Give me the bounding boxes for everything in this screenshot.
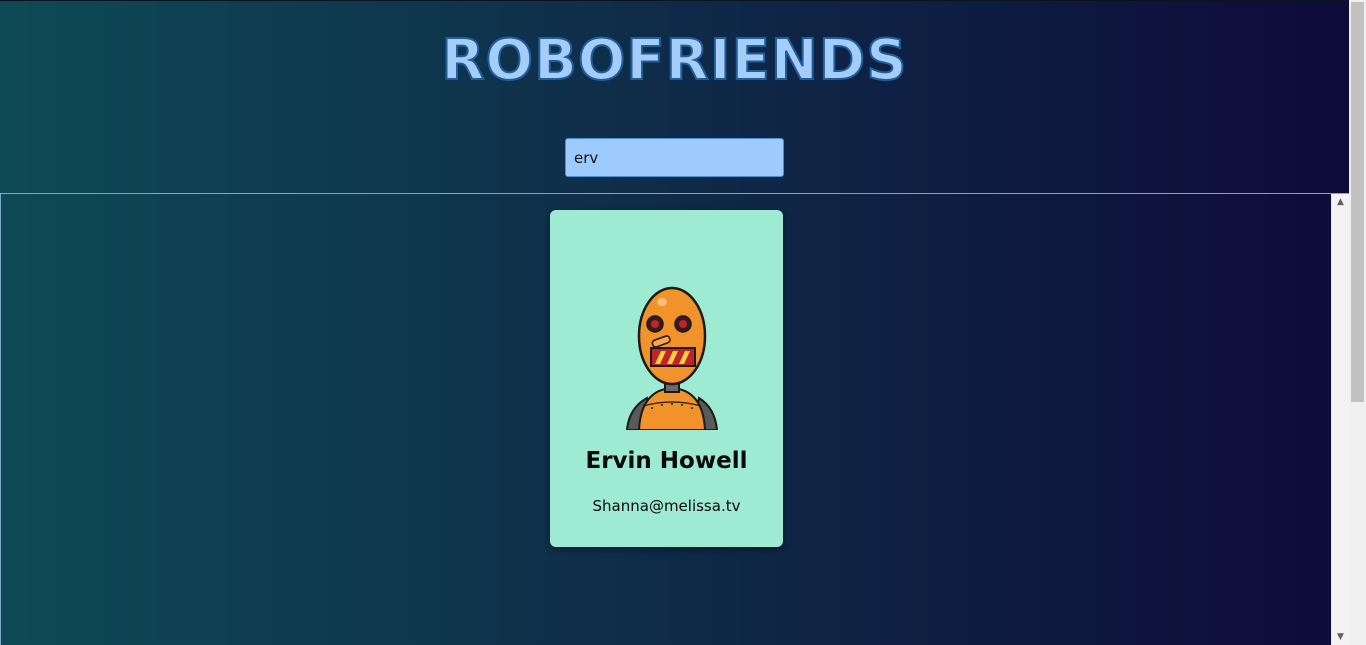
card-list-scroll-region[interactable]: Ervin Howell Shanna@melissa.tv ▲ ▼	[0, 193, 1349, 645]
robot-card[interactable]: Ervin Howell Shanna@melissa.tv	[550, 210, 783, 547]
page-scrollbar[interactable]	[1349, 0, 1366, 645]
search-input[interactable]	[565, 138, 784, 177]
robot-name: Ervin Howell	[585, 448, 748, 474]
page-scrollbar-thumb[interactable]	[1351, 2, 1364, 402]
robot-avatar	[625, 286, 719, 430]
scroll-down-arrow-icon[interactable]: ▼	[1332, 629, 1349, 645]
app-title: ROBOFRIENDS	[440, 28, 908, 93]
robot-email: Shanna@melissa.tv	[592, 497, 741, 515]
inner-scrollbar[interactable]: ▲ ▼	[1331, 194, 1349, 645]
scroll-up-arrow-icon[interactable]: ▲	[1332, 194, 1349, 211]
page: ROBOFRIENDS erv Ervin Howell Shanna@meli…	[0, 0, 1349, 645]
